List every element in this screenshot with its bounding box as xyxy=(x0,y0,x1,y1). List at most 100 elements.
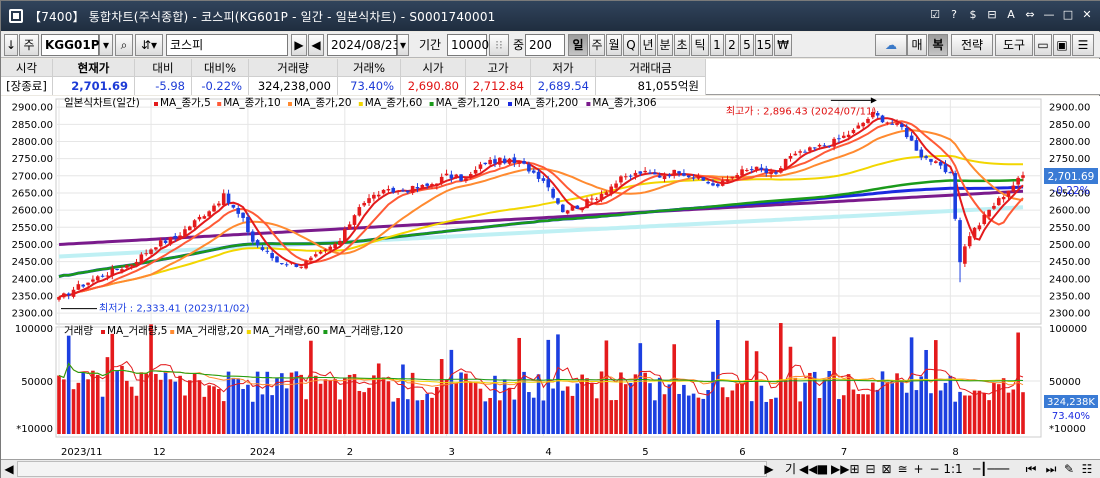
period-button-5[interactable]: 분 xyxy=(657,34,673,56)
scroll-left-icon[interactable]: ◀ xyxy=(3,461,15,477)
footer-control-0[interactable]: 기 xyxy=(783,461,798,477)
next-arrow-icon[interactable]: ▶ xyxy=(291,34,307,56)
candle-body-31 xyxy=(207,211,211,217)
volume-bar-84 xyxy=(464,373,468,434)
footer-control-1[interactable]: ◀◀ xyxy=(799,461,817,477)
footer-control-10[interactable]: 1:1 xyxy=(943,461,963,477)
search-icon[interactable]: ⌕ xyxy=(115,34,133,56)
candle-body-43 xyxy=(265,250,270,252)
volume-bar-28 xyxy=(192,373,197,434)
period-button-10[interactable]: 5 xyxy=(740,34,754,56)
footer-control-7[interactable]: ≅ xyxy=(895,461,910,477)
period-button-11[interactable]: 15 xyxy=(755,34,773,56)
candle-body-1 xyxy=(62,293,66,298)
period-button-4[interactable]: 년 xyxy=(640,34,656,56)
compound-button[interactable]: 복 xyxy=(928,34,948,56)
volume-bar-64 xyxy=(367,387,371,434)
footer-control-2[interactable]: ■ xyxy=(815,461,830,477)
zoom-slider[interactable]: ─┃─── xyxy=(963,461,1019,477)
period-lock-icon[interactable]: ⁝⁝ xyxy=(489,34,509,56)
candle-body-51 xyxy=(304,260,308,269)
font-icon[interactable]: A xyxy=(1003,7,1019,23)
price-chart[interactable]: 2900.00 2850.00 2800.00 2750.00 2700.00 2650.… xyxy=(1,96,1100,459)
buy-button[interactable]: 매 xyxy=(907,34,927,56)
price-tick-right-12: 2300.00 xyxy=(1049,309,1090,320)
period-button-7[interactable]: 틱 xyxy=(691,34,709,56)
volume-bar-91 xyxy=(498,400,502,434)
save-icon[interactable]: ▣ xyxy=(1053,34,1071,56)
arrow-button[interactable]: ↓ xyxy=(4,34,18,56)
period-button-1[interactable]: 주 xyxy=(589,34,605,56)
footer-control-4[interactable]: ⊞ xyxy=(847,461,862,477)
candle-body-47 xyxy=(284,264,289,266)
volume-bar-53 xyxy=(313,375,318,434)
name-input[interactable]: 코스피 xyxy=(166,34,288,56)
dollar-icon[interactable]: $ xyxy=(965,7,981,23)
candle-body-81 xyxy=(449,174,454,179)
volume-bar-17 xyxy=(139,372,144,434)
first-icon[interactable]: ⏮ xyxy=(1023,461,1039,477)
candle-body-95 xyxy=(517,162,522,164)
help-icon[interactable]: ? xyxy=(946,7,962,23)
volume-bar-31 xyxy=(207,385,211,434)
volume-bar-58 xyxy=(338,399,342,434)
period-button-0[interactable]: 일 xyxy=(568,34,588,56)
settings-icon[interactable]: ☷ xyxy=(1079,461,1095,477)
candle-body-28 xyxy=(192,220,197,228)
footer-control-9[interactable]: − xyxy=(927,461,942,477)
folder-icon[interactable]: ▭ xyxy=(1034,34,1052,56)
maximize-icon[interactable]: □ xyxy=(1060,7,1076,23)
volume-bar-92 xyxy=(502,379,507,434)
legend-label-6: MA_종가,306 xyxy=(592,97,657,109)
count-input[interactable]: 200 xyxy=(525,34,565,56)
volume-bar-49 xyxy=(294,371,299,434)
legend-swatch-1 xyxy=(217,102,222,106)
volume-bar-2 xyxy=(66,335,71,434)
candle-body-171 xyxy=(885,122,890,124)
period-button-3[interactable]: Q xyxy=(623,34,639,56)
volume-tick-right-2: *10000 xyxy=(1049,424,1086,435)
menu-icon[interactable]: ☰ xyxy=(1072,34,1094,56)
code-input[interactable]: KGG01P xyxy=(41,34,100,56)
period-button-8[interactable]: 1 xyxy=(710,34,724,56)
volume-bar-11 xyxy=(110,333,115,434)
candle-body-166 xyxy=(861,122,865,127)
volume-bar-162 xyxy=(841,395,846,434)
volume-current-label: 324,238K xyxy=(1047,397,1095,408)
prev-arrow-icon[interactable]: ◀ xyxy=(308,34,324,56)
period-button-9[interactable]: 2 xyxy=(725,34,739,56)
close-icon[interactable]: ✕ xyxy=(1079,7,1095,23)
last-icon[interactable]: ⏭ xyxy=(1043,461,1059,477)
price-tick-left-8: 2500.00 xyxy=(12,240,53,251)
tools-button[interactable]: 도구 xyxy=(995,34,1033,56)
volume-bar-70 xyxy=(396,398,400,434)
type-button[interactable]: 주 xyxy=(19,34,39,56)
minimize-icon[interactable]: — xyxy=(1041,7,1057,23)
period-button-2[interactable]: 월 xyxy=(606,34,622,56)
footer-control-8[interactable]: + xyxy=(911,461,926,477)
volume-legend: MA_거래량,5 MA_거래량,20 MA_거래량,60 MA_거래량,120 xyxy=(101,325,403,337)
footer-control-6[interactable]: ⊠ xyxy=(879,461,894,477)
footer-control-3[interactable]: ▶▶ xyxy=(831,461,849,477)
footer-control-5[interactable]: ⊟ xyxy=(863,461,878,477)
layout-icon[interactable]: ⊟ xyxy=(984,7,1000,23)
date-dropdown-icon[interactable]: ▾ xyxy=(397,34,409,56)
volume-bar-190 xyxy=(977,390,982,434)
cloud-icon[interactable]: ☁ xyxy=(875,34,907,56)
scroll-track[interactable] xyxy=(17,461,767,477)
scroll-right-icon[interactable]: ▶ xyxy=(763,461,775,477)
title-bar: 【7400】 통합차트(주식종합) - 코스피(KG601P - 일간 - 일본… xyxy=(1,1,1100,31)
candle-body-165 xyxy=(856,125,861,129)
code-dropdown-icon[interactable]: ▾ xyxy=(99,34,113,56)
strategy-button[interactable]: 전략 xyxy=(951,34,993,56)
pin-icon[interactable]: ☑ xyxy=(927,7,943,23)
sort-icon[interactable]: ⇵▾ xyxy=(135,34,163,56)
volume-bar-0 xyxy=(57,375,61,434)
volume-tick-left-0: 100000 xyxy=(15,324,53,335)
period-button-12[interactable]: ₩ xyxy=(774,34,792,56)
resize-icon[interactable]: ⇔ xyxy=(1022,7,1038,23)
period-button-6[interactable]: 초 xyxy=(674,34,690,56)
period-input[interactable]: 10000 xyxy=(447,34,489,56)
date-input[interactable]: 2024/08/23 xyxy=(327,34,400,56)
edit-icon[interactable]: ✎ xyxy=(1061,461,1077,477)
